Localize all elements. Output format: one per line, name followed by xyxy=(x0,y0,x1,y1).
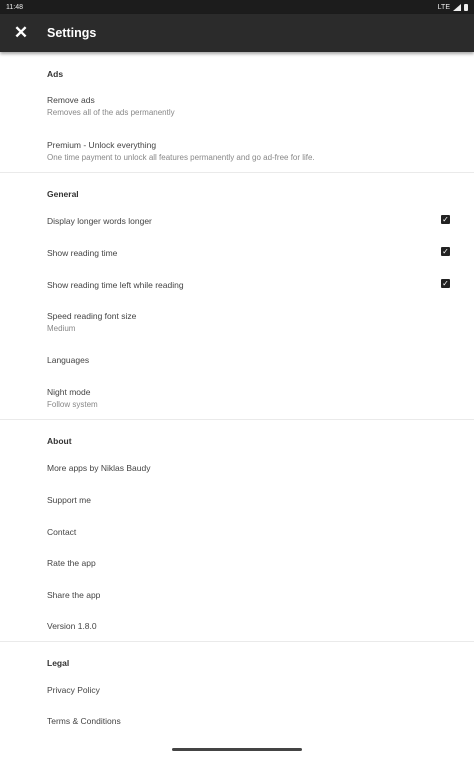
setting-display-longer-words[interactable]: Display longer words longer xyxy=(47,216,457,226)
section-header-ads: Ads xyxy=(47,69,64,79)
setting-font-size[interactable]: Speed reading font size Medium xyxy=(47,311,457,333)
setting-title: Premium - Unlock everything xyxy=(47,140,157,150)
battery-icon xyxy=(464,3,468,11)
setting-title: Terms & Conditions xyxy=(47,716,121,726)
setting-more-apps[interactable]: More apps by Niklas Baudy xyxy=(47,463,457,473)
setting-title: More apps by Niklas Baudy xyxy=(47,463,151,473)
close-icon[interactable]: ✕ xyxy=(10,22,32,44)
signal-icon xyxy=(453,3,461,11)
setting-summary: Removes all of the ads permanently xyxy=(47,108,175,117)
gesture-nav-bar[interactable] xyxy=(172,748,302,751)
page-title: Settings xyxy=(47,26,97,40)
status-icons: LTE xyxy=(437,3,468,11)
setting-show-reading-time[interactable]: Show reading time xyxy=(47,248,457,258)
section-header-legal: Legal xyxy=(47,658,70,668)
setting-share-app[interactable]: Share the app xyxy=(47,590,457,600)
section-header-about: About xyxy=(47,436,72,446)
setting-title: Display longer words longer xyxy=(47,216,152,226)
display-longer-checkbox[interactable]: ✓ xyxy=(441,215,450,224)
setting-support-me[interactable]: Support me xyxy=(47,495,457,505)
setting-summary: Follow system xyxy=(47,400,98,409)
show-reading-time-checkbox[interactable]: ✓ xyxy=(441,247,450,256)
setting-title: Show reading time xyxy=(47,248,118,258)
setting-languages[interactable]: Languages xyxy=(47,355,457,365)
setting-remove-ads[interactable]: Remove ads Removes all of the ads perman… xyxy=(47,95,457,117)
setting-contact[interactable]: Contact xyxy=(47,527,457,537)
setting-rate-app[interactable]: Rate the app xyxy=(47,558,457,568)
setting-terms[interactable]: Terms & Conditions xyxy=(47,716,457,726)
setting-title: Show reading time left while reading xyxy=(47,280,184,290)
setting-summary: Medium xyxy=(47,324,76,333)
setting-summary: One time payment to unlock all features … xyxy=(47,153,315,162)
setting-night-mode[interactable]: Night mode Follow system xyxy=(47,387,457,409)
divider xyxy=(0,172,474,173)
show-reading-time-left-checkbox[interactable]: ✓ xyxy=(441,279,450,288)
setting-premium[interactable]: Premium - Unlock everything One time pay… xyxy=(47,140,457,162)
divider xyxy=(0,641,474,642)
network-type: LTE xyxy=(437,3,450,11)
setting-title: Version 1.8.0 xyxy=(47,621,97,631)
setting-title: Remove ads xyxy=(47,95,95,105)
app-bar: ✕ Settings xyxy=(0,14,474,52)
setting-title: Rate the app xyxy=(47,558,96,568)
setting-title: Night mode xyxy=(47,387,91,397)
setting-privacy-policy[interactable]: Privacy Policy xyxy=(47,685,457,695)
status-time: 11:48 xyxy=(6,3,23,11)
status-bar: 11:48 LTE xyxy=(0,0,474,14)
setting-version[interactable]: Version 1.8.0 xyxy=(47,621,457,631)
setting-title: Support me xyxy=(47,495,91,505)
setting-title: Contact xyxy=(47,527,77,537)
divider xyxy=(0,419,474,420)
setting-show-reading-time-left[interactable]: Show reading time left while reading xyxy=(47,280,457,290)
section-header-general: General xyxy=(47,189,79,199)
setting-title: Languages xyxy=(47,355,90,365)
setting-title: Privacy Policy xyxy=(47,685,100,695)
setting-title: Share the app xyxy=(47,590,101,600)
setting-title: Speed reading font size xyxy=(47,311,137,321)
